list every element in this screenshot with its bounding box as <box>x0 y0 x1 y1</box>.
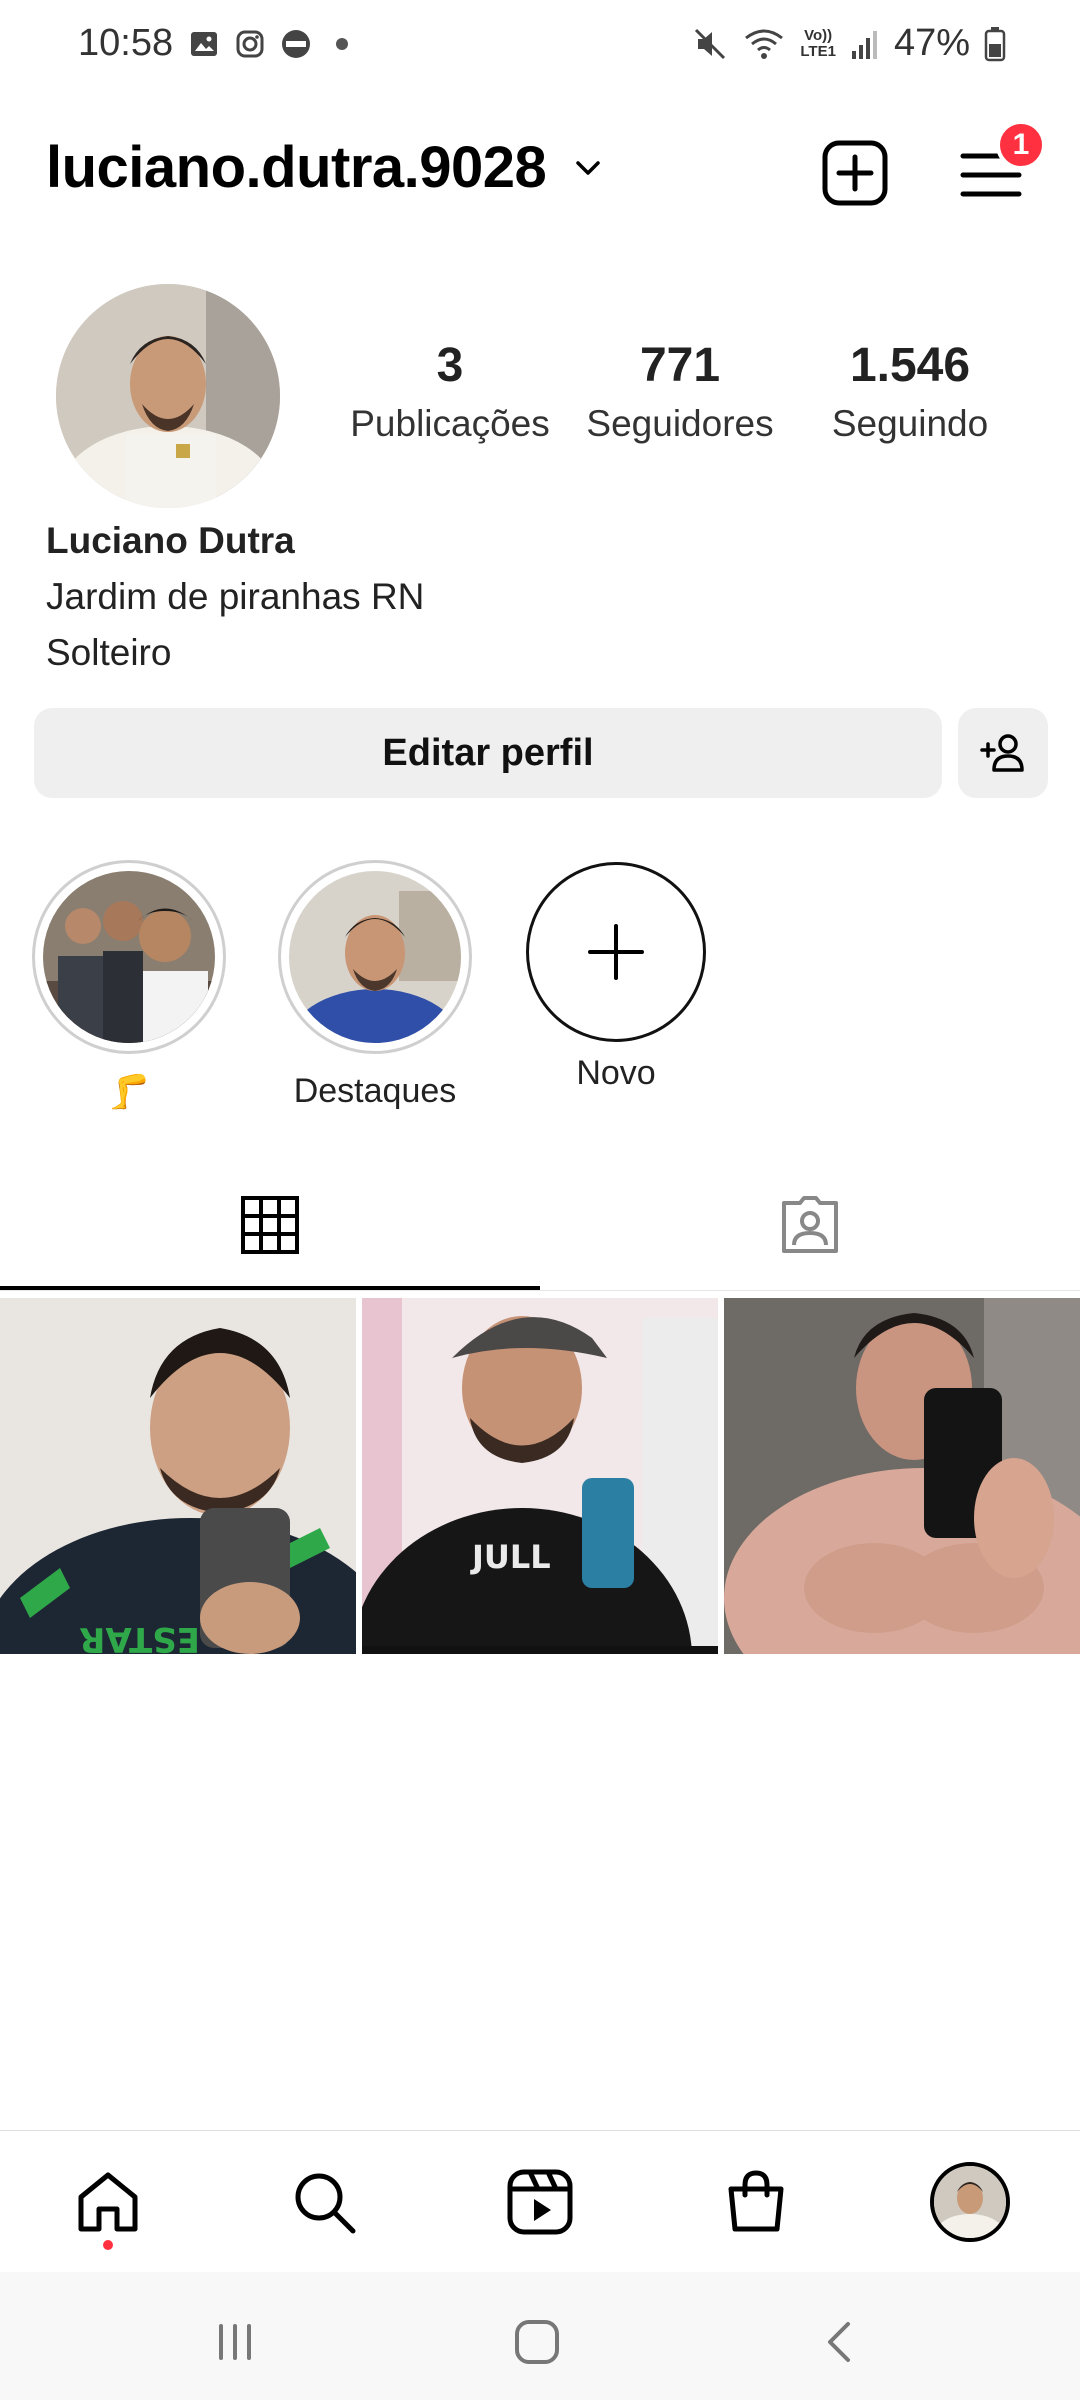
followers-count: 771 <box>639 339 721 392</box>
profile-tabs <box>0 1160 1080 1290</box>
tab-posts-grid[interactable] <box>0 1160 540 1290</box>
wifi-icon <box>745 29 784 59</box>
highlight-item[interactable]: Destaques <box>278 860 472 1111</box>
highlight-label: 🦵 <box>107 1073 151 1111</box>
bottom-nav-divider <box>0 2130 1080 2131</box>
tab-tagged[interactable] <box>540 1160 1080 1290</box>
lte-bottom-label: LTE1 <box>800 42 836 60</box>
status-system-icons: Vo)) LTE1 47% <box>692 22 1006 65</box>
home-square-icon <box>515 2320 559 2364</box>
search-icon <box>295 2173 356 2234</box>
highlight-ring <box>278 860 472 1054</box>
recents-icon <box>219 2324 251 2360</box>
shop-icon <box>728 2170 784 2232</box>
highlight-cover <box>43 871 215 1043</box>
tagged-icon <box>782 1196 838 1253</box>
following-label: Seguindo <box>831 403 989 444</box>
posts-stat[interactable]: 3 Publicações <box>330 338 570 445</box>
bottom-nav <box>0 2132 1080 2272</box>
instagram-icon <box>236 30 264 58</box>
recent-apps-button[interactable] <box>205 2312 265 2372</box>
followers-stat[interactable]: 771 Seguidores <box>570 338 790 445</box>
post-thumbnail[interactable]: JULL <box>362 1298 718 1654</box>
mute-icon <box>695 28 726 59</box>
nav-profile[interactable] <box>928 2160 1012 2244</box>
bio-line: Solteiro <box>46 632 172 673</box>
app-365-icon <box>282 30 310 58</box>
nav-search[interactable] <box>282 2160 366 2244</box>
battery-icon <box>984 26 1006 61</box>
highlight-item[interactable]: 🦵 <box>32 860 226 1112</box>
avatar-photo-small <box>934 2166 1006 2238</box>
add-person-icon <box>980 734 1024 772</box>
profile-stats: 3 Publicações 771 Seguidores 1.546 Segui… <box>330 338 1030 445</box>
signal-icon <box>851 30 877 59</box>
highlight-label: Novo <box>576 1054 656 1092</box>
highlight-ring <box>32 860 226 1054</box>
profile-header: luciano.dutra.9028 1 <box>0 120 1080 220</box>
lte-indicator: Vo)) LTE1 <box>800 26 836 60</box>
nav-reels[interactable] <box>498 2160 582 2244</box>
bio-line: Jardim de piranhas RN <box>46 576 425 617</box>
home-icon <box>78 2172 138 2232</box>
post-thumbnail[interactable] <box>724 1298 1080 1654</box>
menu-notification-badge: 1 <box>996 120 1046 170</box>
svg-text:ESTAR: ESTAR <box>79 1619 200 1654</box>
posts-grid: ESTAR JULL <box>0 1298 1080 1654</box>
home-system-button[interactable] <box>507 2312 567 2372</box>
following-count: 1.546 <box>849 339 971 392</box>
battery-percent: 47% <box>893 22 970 64</box>
profile-avatar-small <box>930 2162 1010 2242</box>
posts-label: Publicações <box>350 403 550 444</box>
nav-shop[interactable] <box>714 2160 798 2244</box>
nav-home[interactable] <box>66 2160 150 2244</box>
highlight-label: Destaques <box>293 1072 457 1110</box>
post-thumbnail[interactable]: ESTAR <box>0 1298 356 1654</box>
highlight-cover-photo <box>289 871 461 1043</box>
highlight-cover <box>289 871 461 1043</box>
chevron-down-icon[interactable] <box>570 150 606 186</box>
profile-avatar[interactable] <box>56 284 280 508</box>
posts-count: 3 <box>436 339 464 392</box>
post-photo <box>724 1298 1080 1654</box>
new-highlight-item[interactable]: Novo <box>524 862 708 1093</box>
post-photo: JULL <box>362 1298 718 1654</box>
back-button[interactable] <box>810 2312 870 2372</box>
edit-profile-button[interactable]: Editar perfil <box>34 708 942 798</box>
post-photo: ESTAR <box>0 1298 356 1654</box>
reels-icon <box>507 2169 573 2235</box>
tabs-divider <box>0 1290 1080 1291</box>
grid-icon <box>241 1196 299 1254</box>
discover-people-button[interactable] <box>958 708 1048 798</box>
create-post-icon[interactable] <box>820 138 890 208</box>
status-bar: 10:58 Vo)) LTE1 47% <box>0 0 1080 90</box>
home-notification-dot <box>103 2240 113 2250</box>
svg-text:JULL: JULL <box>470 1538 551 1576</box>
gallery-icon <box>191 32 217 56</box>
status-notification-icons <box>188 28 348 60</box>
plus-icon <box>588 924 644 980</box>
display-name: Luciano Dutra <box>46 520 295 561</box>
more-notifications-icon <box>336 38 348 50</box>
followers-label: Seguidores <box>586 403 774 444</box>
avatar-photo <box>56 284 280 508</box>
following-stat[interactable]: 1.546 Seguindo <box>790 338 1030 445</box>
highlight-cover-photo <box>43 871 215 1043</box>
username-switcher[interactable]: luciano.dutra.9028 <box>46 134 547 201</box>
lte-top-label: Vo)) <box>804 26 833 44</box>
new-highlight-button[interactable] <box>526 862 706 1042</box>
system-navigation-bar <box>0 2272 1080 2400</box>
profile-bio: Luciano Dutra Jardim de piranhas RN Solt… <box>46 520 424 674</box>
back-icon <box>828 2322 850 2362</box>
status-time: 10:58 <box>78 22 174 64</box>
